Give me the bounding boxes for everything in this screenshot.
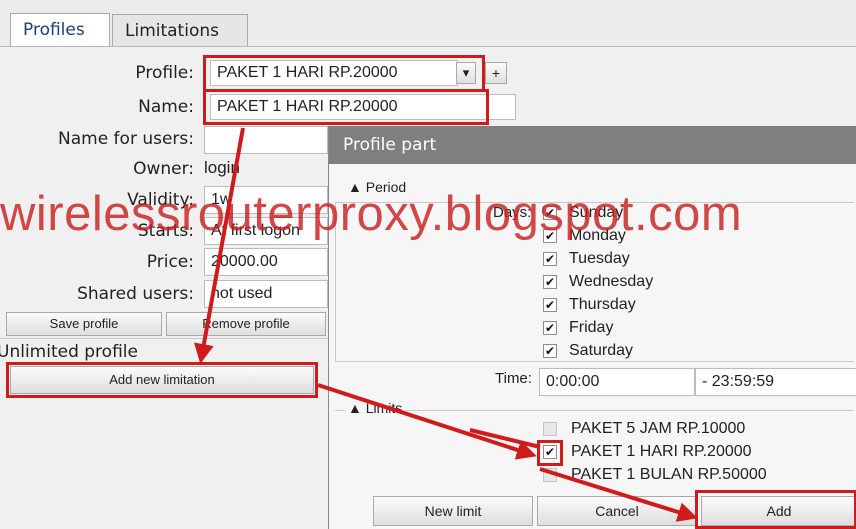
arrow-to-add-button: [539, 467, 698, 522]
arrow-to-add-limitation: [194, 127, 245, 364]
arrow-to-limit-checkbox: [317, 383, 537, 460]
annotation-arrows: [194, 127, 698, 522]
